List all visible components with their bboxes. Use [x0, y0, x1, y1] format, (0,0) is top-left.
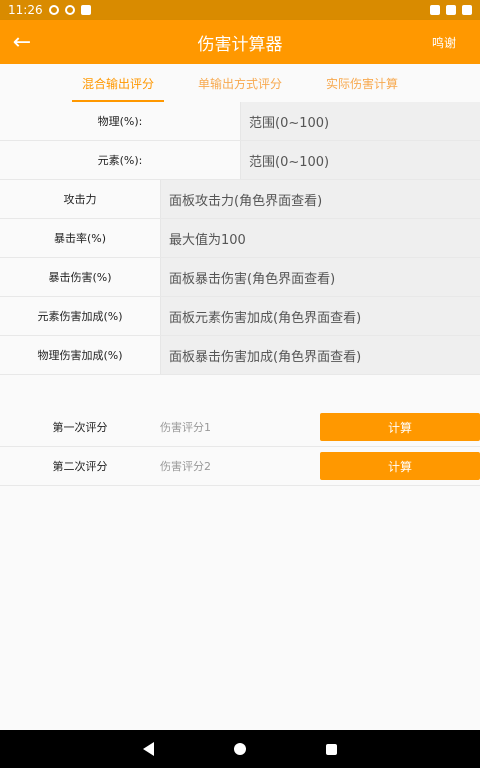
tab-actual-damage[interactable]: 实际伤害计算 — [316, 64, 408, 102]
element-ratio-input[interactable]: 范围(0~100) — [240, 141, 480, 179]
score-row-second: 第二次评分 伤害评分2 计算 — [0, 447, 480, 486]
notification-icon — [64, 5, 75, 15]
battery-icon — [462, 5, 472, 15]
score-section: 第一次评分 伤害评分1 计算 第二次评分 伤害评分2 计算 — [0, 408, 480, 486]
crit-rate-row: 暴击率(%) 最大值为100 — [0, 219, 480, 258]
physical-bonus-label: 物理伤害加成(%) — [37, 349, 123, 362]
second-score-value: 伤害评分2 — [160, 460, 211, 473]
input-form: 物理(%): 范围(0~100) 元素(%): 范围(0~100) 攻击力 面板… — [0, 102, 480, 375]
wifi-calling-icon — [48, 5, 59, 15]
crit-damage-input[interactable]: 面板暴击伤害(角色界面查看) — [160, 258, 480, 296]
attack-row: 攻击力 面板攻击力(角色界面查看) — [0, 180, 480, 219]
first-calculate-button[interactable]: 计算 — [320, 413, 480, 441]
status-time: 11:26 — [8, 3, 43, 17]
nav-back-icon[interactable] — [143, 742, 154, 756]
score-row-first: 第一次评分 伤害评分1 计算 — [0, 408, 480, 447]
app-bar: ← 伤害计算器 鸣谢 — [0, 20, 480, 64]
status-bar: 11:26 — [0, 0, 480, 20]
nav-recents-icon[interactable] — [326, 743, 337, 755]
first-score-label: 第一次评分 — [52, 421, 108, 434]
first-score-value: 伤害评分1 — [160, 421, 211, 434]
element-ratio-label: 元素(%): — [97, 154, 143, 167]
attack-input[interactable]: 面板攻击力(角色界面查看) — [160, 180, 480, 218]
element-ratio-row: 元素(%): 范围(0~100) — [0, 141, 480, 180]
physical-ratio-row: 物理(%): 范围(0~100) — [0, 102, 480, 141]
crit-rate-input[interactable]: 最大值为100 — [160, 219, 480, 257]
nav-home-icon[interactable] — [234, 743, 246, 755]
crit-damage-label: 暴击伤害(%) — [48, 271, 112, 284]
elemental-bonus-row: 元素伤害加成(%) 面板元素伤害加成(角色界面查看) — [0, 297, 480, 336]
crit-damage-row: 暴击伤害(%) 面板暴击伤害(角色界面查看) — [0, 258, 480, 297]
tab-mixed-score[interactable]: 混合输出评分 — [71, 64, 164, 102]
physical-ratio-input[interactable]: 范围(0~100) — [240, 102, 480, 140]
system-nav-bar — [0, 730, 480, 768]
wifi-icon — [430, 5, 440, 15]
physical-bonus-input[interactable]: 面板暴击伤害加成(角色界面查看) — [160, 336, 480, 374]
arrow-left-icon[interactable]: ← — [0, 20, 44, 64]
second-calculate-button[interactable]: 计算 — [320, 452, 480, 480]
elemental-bonus-input[interactable]: 面板元素伤害加成(角色界面查看) — [160, 297, 480, 335]
attack-label: 攻击力 — [63, 193, 97, 206]
elemental-bonus-label: 元素伤害加成(%) — [37, 310, 123, 323]
sd-card-icon — [80, 5, 91, 15]
signal-icon — [446, 5, 456, 15]
crit-rate-label: 暴击率(%) — [53, 232, 107, 245]
page-title: 伤害计算器 — [197, 34, 283, 55]
physical-bonus-row: 物理伤害加成(%) 面板暴击伤害加成(角色界面查看) — [0, 336, 480, 375]
physical-ratio-label: 物理(%): — [97, 115, 143, 128]
second-score-label: 第二次评分 — [52, 460, 108, 473]
tab-bar: 混合输出评分 单输出方式评分 实际伤害计算 — [0, 64, 480, 102]
thanks-button[interactable]: 鸣谢 — [432, 34, 456, 51]
tab-single-score[interactable]: 单输出方式评分 — [188, 64, 292, 102]
